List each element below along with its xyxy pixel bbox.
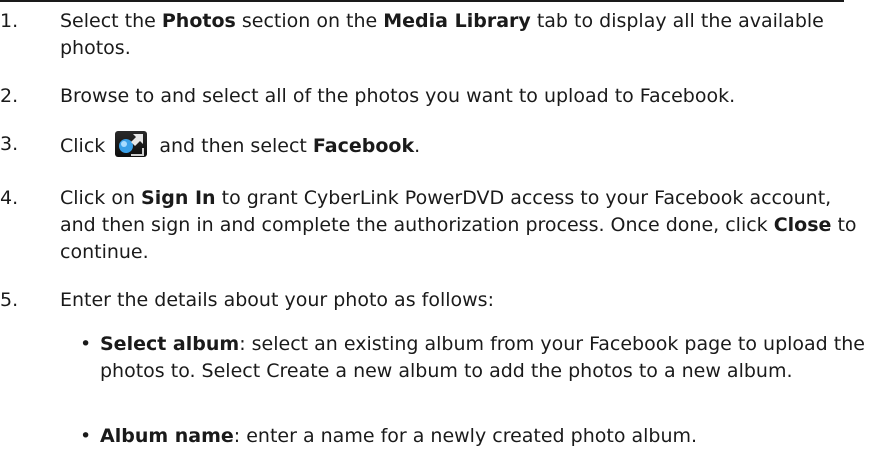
bullet-text: Album name: enter a name for a newly cre… xyxy=(100,423,870,450)
bold-term-media-library: Media Library xyxy=(383,10,531,32)
bullet-marker: • xyxy=(80,425,92,447)
text-run: . xyxy=(414,135,421,157)
bold-term-facebook: Facebook xyxy=(312,135,415,157)
bullet-marker: • xyxy=(80,333,92,355)
text-run: section on the xyxy=(235,10,384,32)
text-run: Select the xyxy=(60,10,162,32)
text-run: and then select xyxy=(153,135,313,157)
step-text: Select the Photos section on the Media L… xyxy=(60,8,860,62)
bold-term-photos: Photos xyxy=(161,10,236,32)
top-divider xyxy=(0,0,844,2)
step-number: 4. xyxy=(0,187,19,209)
step-text: Click and then select Facebook. xyxy=(60,131,860,160)
bold-term-select-album: Select album xyxy=(100,333,240,355)
text-run: : enter a name for a newly created photo… xyxy=(233,425,698,447)
step-text: Enter the details about your photo as fo… xyxy=(60,289,494,311)
bold-term-sign-in: Sign In xyxy=(141,187,216,209)
step-number: 3. xyxy=(0,133,19,155)
bold-term-album-name: Album name xyxy=(100,425,234,447)
bullet-text: Select album: select an existing album f… xyxy=(100,331,870,385)
step-number: 5. xyxy=(0,289,19,311)
step-number: 1. xyxy=(0,10,19,32)
step-number: 2. xyxy=(0,85,19,107)
share-icon xyxy=(115,131,148,157)
step-text: Click on Sign In to grant CyberLink Powe… xyxy=(60,185,860,266)
step-text: Browse to and select all of the photos y… xyxy=(60,85,736,107)
bold-term-close: Close xyxy=(773,214,832,236)
text-run: Click on xyxy=(60,187,142,209)
text-run: Click xyxy=(60,135,106,157)
